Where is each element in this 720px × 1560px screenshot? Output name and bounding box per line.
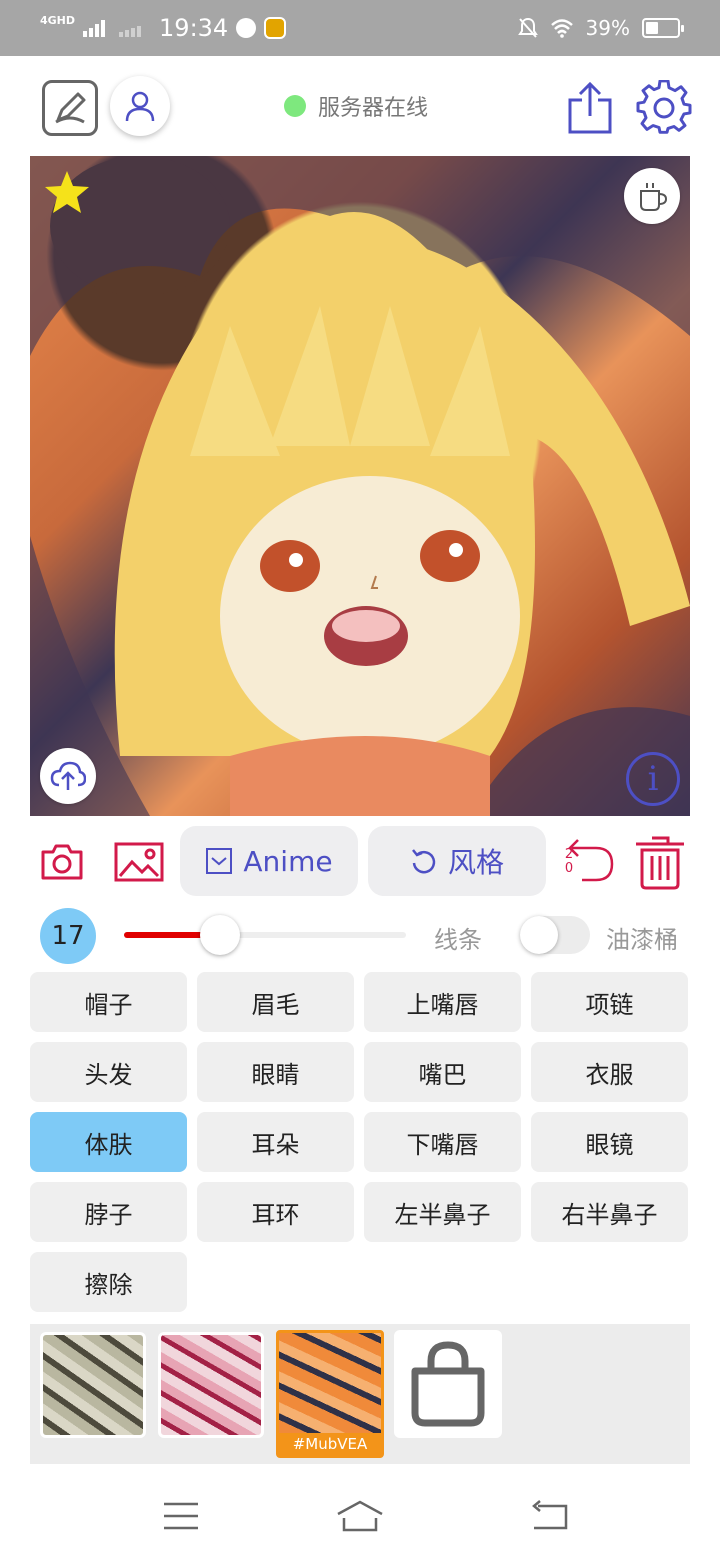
toggle-knob: [520, 916, 558, 954]
part-button[interactable]: 左半鼻子: [364, 1182, 521, 1242]
online-indicator: [284, 95, 306, 117]
style-thumb-label: #MubVEA: [292, 1435, 368, 1453]
part-button[interactable]: 头发: [30, 1042, 187, 1102]
edit-toolbar: Anime 风格 2 0: [30, 826, 690, 896]
checkbox-icon: [206, 848, 233, 874]
part-button[interactable]: 下嘴唇: [364, 1112, 521, 1172]
coffee-cup-icon: [640, 183, 668, 211]
part-button[interactable]: 擦除: [30, 1252, 187, 1312]
style-thumb[interactable]: [158, 1332, 264, 1438]
cloud-upload-button[interactable]: [40, 748, 96, 804]
info-button[interactable]: i: [626, 752, 680, 806]
status-bar: 4GHD 19:34 39%: [0, 0, 720, 56]
network-indicator: 4GHD: [40, 13, 76, 27]
part-button[interactable]: 右半鼻子: [531, 1182, 688, 1242]
clock: 19:34: [159, 14, 229, 42]
style-shop-button[interactable]: [394, 1330, 502, 1438]
refresh-icon: [412, 849, 436, 874]
line-mode-label: 线条: [434, 926, 482, 954]
battery-icon: [642, 18, 684, 38]
part-button[interactable]: 衣服: [531, 1042, 688, 1102]
part-button[interactable]: 项链: [531, 972, 688, 1032]
brush-size-indicator: 17: [40, 908, 96, 964]
shopping-bag-icon: [411, 1341, 485, 1427]
app-notification-icon: [264, 17, 287, 39]
style-thumb-selected[interactable]: #MubVEA: [276, 1330, 384, 1458]
part-button[interactable]: 脖子: [30, 1182, 187, 1242]
home-icon[interactable]: [336, 1500, 384, 1532]
brush-controls: 17 线条 油漆桶: [30, 906, 690, 966]
anime-mode-label: Anime: [243, 844, 333, 878]
style-thumb-image: [279, 1333, 381, 1433]
part-button[interactable]: 眼睛: [197, 1042, 354, 1102]
coffee-button[interactable]: [624, 168, 680, 224]
camera-button[interactable]: [40, 840, 84, 884]
info-icon: i: [647, 759, 659, 799]
wifi-icon: [550, 19, 573, 38]
part-button[interactable]: 体肤: [30, 1112, 187, 1172]
delete-button[interactable]: [634, 834, 686, 890]
battery-percent: 39%: [585, 16, 630, 40]
anime-portrait: [30, 156, 690, 816]
part-button[interactable]: 眼镜: [531, 1112, 688, 1172]
system-nav-bar: [0, 1470, 720, 1560]
favorite-star-icon[interactable]: [42, 168, 92, 218]
cloud-upload-icon: [50, 761, 86, 790]
undo-count-top: 2: [564, 847, 574, 862]
mute-icon: [517, 17, 538, 38]
settings-button[interactable]: [636, 80, 692, 136]
part-button[interactable]: 上嘴唇: [364, 972, 521, 1032]
draw-mode-button[interactable]: [42, 80, 98, 136]
style-thumb[interactable]: [40, 1332, 146, 1438]
part-selector-grid: 帽子 眉毛 上嘴唇 项链头发 眼睛 嘴巴 衣服体肤 耳朵 下嘴唇 眼镜脖子 耳环 左半鼻子 右半鼻子擦除: [30, 972, 690, 1312]
app-header: 服务器在线: [0, 56, 720, 156]
pencil-icon: [55, 92, 86, 124]
slider-thumb[interactable]: [199, 915, 240, 955]
undo-button[interactable]: 2 0: [562, 836, 614, 886]
part-button[interactable]: 帽子: [30, 972, 187, 1032]
part-button[interactable]: 耳朵: [197, 1112, 354, 1172]
back-icon[interactable]: [530, 1500, 568, 1530]
style-label: 风格: [447, 846, 504, 879]
signal-icon: [83, 20, 106, 37]
anime-mode-button[interactable]: Anime: [180, 826, 358, 896]
gallery-button[interactable]: [114, 840, 164, 884]
share-button[interactable]: [566, 80, 614, 136]
brush-size-slider[interactable]: [124, 915, 406, 955]
part-button[interactable]: 嘴巴: [364, 1042, 521, 1102]
generated-image[interactable]: i: [30, 156, 690, 816]
user-icon: [125, 91, 155, 122]
server-status-label: 服务器在线: [318, 96, 429, 121]
style-button[interactable]: 风格: [368, 826, 546, 896]
compass-icon: [236, 18, 257, 38]
menu-icon[interactable]: [164, 1502, 198, 1530]
bucket-toggle[interactable]: [520, 916, 590, 954]
bucket-mode-label: 油漆桶: [606, 926, 678, 954]
undo-count-bottom: 0: [564, 861, 574, 876]
user-button[interactable]: [110, 76, 170, 136]
part-button[interactable]: 眉毛: [197, 972, 354, 1032]
undo-count: 2 0: [562, 848, 576, 876]
signal-icon-2: [119, 26, 142, 37]
server-status: 服务器在线: [284, 90, 428, 122]
style-strip: #MubVEA: [30, 1324, 690, 1464]
part-button[interactable]: 耳环: [197, 1182, 354, 1242]
